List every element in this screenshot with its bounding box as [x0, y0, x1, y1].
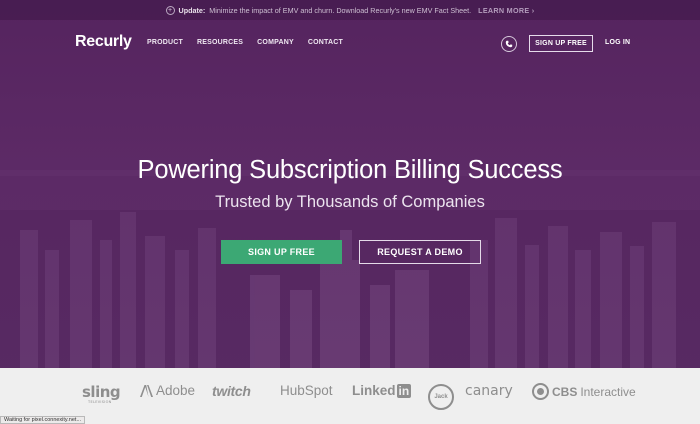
plus-circle-icon: + — [165, 5, 175, 15]
adobe-logo-text: Adobe — [156, 383, 196, 398]
jack-logo: Jack — [428, 384, 454, 410]
hubspot-logo: HubSpot — [280, 383, 333, 398]
learn-more-link[interactable]: LEARN MORE › — [478, 6, 534, 15]
login-link[interactable]: LOG IN — [605, 39, 630, 46]
recurly-logo[interactable]: Recurly — [75, 33, 132, 51]
signup-free-button[interactable]: SIGN UP FREE — [221, 240, 342, 264]
hero-subheadline: Trusted by Thousands of Companies — [215, 193, 485, 211]
cbs-interactive-text: Interactive — [580, 384, 636, 399]
browser-status-bar: Waiting for pixel.connexity.net... — [0, 416, 86, 424]
linkedin-logo-text: Linked — [352, 383, 396, 398]
canary-logo: canary — [465, 383, 513, 399]
nav-contact[interactable]: CONTACT — [308, 39, 343, 46]
nav-company[interactable]: COMPANY — [257, 39, 294, 46]
announcement-prefix: Update: — [178, 5, 206, 15]
linkedin-in-badge: in — [396, 383, 412, 398]
cbs-eye-icon — [532, 383, 549, 400]
adobe-logo: Adobe — [140, 383, 195, 398]
hero-headline: Powering Subscription Billing Success — [137, 156, 563, 184]
nav-resources[interactable]: RESOURCES — [197, 39, 243, 46]
adobe-icon — [140, 384, 153, 397]
chevron-right-icon: › — [531, 5, 535, 15]
cbs-logo-text: CBS — [552, 384, 578, 399]
announcement-bar: + Update: Minimize the impact of EMV and… — [0, 0, 700, 20]
announcement-text: Minimize the impact of EMV and churn. Do… — [209, 5, 472, 15]
nav-product[interactable]: PRODUCT — [147, 39, 183, 46]
main-nav: PRODUCT RESOURCES COMPANY CONTACT — [147, 39, 343, 46]
linkedin-logo: Linked in — [352, 383, 412, 398]
sling-logo: sling TELEVISION — [82, 383, 121, 404]
phone-icon[interactable] — [501, 36, 517, 52]
learn-more-label: LEARN MORE — [478, 5, 530, 15]
sling-logo-text: sling — [82, 383, 121, 401]
request-demo-button[interactable]: REQUEST A DEMO — [359, 240, 481, 264]
cbs-interactive-logo: CBS Interactive — [532, 383, 636, 400]
sling-logo-subtext: TELEVISION — [88, 400, 112, 404]
twitch-logo: twitch — [212, 383, 251, 399]
nav-signup-button[interactable]: SIGN UP FREE — [529, 35, 593, 52]
